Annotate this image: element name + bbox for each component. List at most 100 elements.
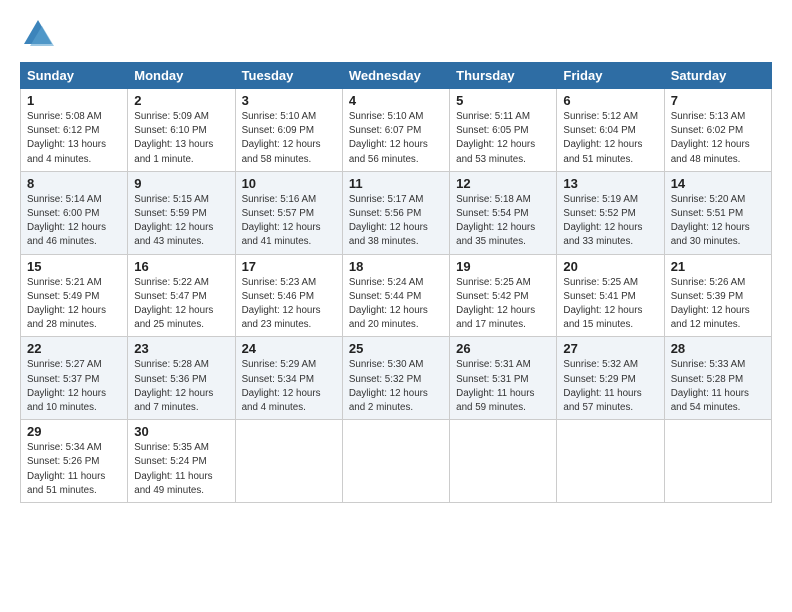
day-info: Sunrise: 5:33 AM Sunset: 5:28 PM Dayligh…: [671, 358, 765, 415]
day-info: Sunrise: 5:35 AM Sunset: 5:24 PM Dayligh…: [134, 441, 228, 498]
day-info: Sunrise: 5:12 AM Sunset: 6:04 PM Dayligh…: [563, 110, 657, 167]
logo-icon: [20, 16, 56, 52]
calendar-cell: 14Sunrise: 5:20 AM Sunset: 5:51 PM Dayli…: [664, 171, 771, 254]
day-info: Sunrise: 5:17 AM Sunset: 5:56 PM Dayligh…: [349, 193, 443, 250]
day-number: 15: [27, 259, 121, 274]
day-number: 6: [563, 93, 657, 108]
header: [20, 16, 772, 52]
calendar-cell: 4 Sunrise: 5:10 AM Sunset: 6:07 PM Daylig…: [342, 89, 449, 172]
day-info: Sunrise: 5:28 AM Sunset: 5:36 PM Dayligh…: [134, 358, 228, 415]
calendar-cell: 11 Sunrise: 5:17 AM Sunset: 5:56 PM Dayli…: [342, 171, 449, 254]
day-number: 13: [563, 176, 657, 191]
day-number: 5: [456, 93, 550, 108]
day-number: 4: [349, 93, 443, 108]
calendar-cell: 26 Sunrise: 5:31 AM Sunset: 5:31 PM Dayli…: [450, 337, 557, 420]
day-number: 26: [456, 341, 550, 356]
calendar-cell: 10 Sunrise: 5:16 AM Sunset: 5:57 PM Dayli…: [235, 171, 342, 254]
week-row-1: 1 Sunrise: 5:08 AM Sunset: 6:12 PM Daylig…: [21, 89, 772, 172]
day-info: Sunrise: 5:15 AM Sunset: 5:59 PM Dayligh…: [134, 193, 228, 250]
week-row-4: 22 Sunrise: 5:27 AM Sunset: 5:37 PM Dayli…: [21, 337, 772, 420]
calendar-cell: 7 Sunrise: 5:13 AM Sunset: 6:02 PM Daylig…: [664, 89, 771, 172]
day-number: 18: [349, 259, 443, 274]
weekday-saturday: Saturday: [664, 63, 771, 89]
calendar-cell: 18 Sunrise: 5:24 AM Sunset: 5:44 PM Dayli…: [342, 254, 449, 337]
week-row-3: 15Sunrise: 5:21 AM Sunset: 5:49 PM Dayli…: [21, 254, 772, 337]
day-number: 8: [27, 176, 121, 191]
day-info: Sunrise: 5:30 AM Sunset: 5:32 PM Dayligh…: [349, 358, 443, 415]
weekday-friday: Friday: [557, 63, 664, 89]
day-info: Sunrise: 5:09 AM Sunset: 6:10 PM Dayligh…: [134, 110, 228, 167]
calendar-cell: 2Sunrise: 5:09 AM Sunset: 6:10 PM Daylig…: [128, 89, 235, 172]
calendar-cell: 6 Sunrise: 5:12 AM Sunset: 6:04 PM Daylig…: [557, 89, 664, 172]
calendar-table: SundayMondayTuesdayWednesdayThursdayFrid…: [20, 62, 772, 503]
day-info: Sunrise: 5:19 AM Sunset: 5:52 PM Dayligh…: [563, 193, 657, 250]
calendar-cell: 13 Sunrise: 5:19 AM Sunset: 5:52 PM Dayli…: [557, 171, 664, 254]
day-info: Sunrise: 5:34 AM Sunset: 5:26 PM Dayligh…: [27, 441, 121, 498]
day-number: 21: [671, 259, 765, 274]
calendar-cell: 17 Sunrise: 5:23 AM Sunset: 5:46 PM Dayli…: [235, 254, 342, 337]
week-row-2: 8 Sunrise: 5:14 AM Sunset: 6:00 PM Daylig…: [21, 171, 772, 254]
day-number: 22: [27, 341, 121, 356]
calendar-cell: 22 Sunrise: 5:27 AM Sunset: 5:37 PM Dayli…: [21, 337, 128, 420]
day-number: 12: [456, 176, 550, 191]
day-number: 29: [27, 424, 121, 439]
weekday-tuesday: Tuesday: [235, 63, 342, 89]
day-info: Sunrise: 5:11 AM Sunset: 6:05 PM Dayligh…: [456, 110, 550, 167]
day-number: 27: [563, 341, 657, 356]
calendar-cell: 5 Sunrise: 5:11 AM Sunset: 6:05 PM Daylig…: [450, 89, 557, 172]
day-number: 9: [134, 176, 228, 191]
calendar-cell: 16 Sunrise: 5:22 AM Sunset: 5:47 PM Dayli…: [128, 254, 235, 337]
day-info: Sunrise: 5:27 AM Sunset: 5:37 PM Dayligh…: [27, 358, 121, 415]
day-info: Sunrise: 5:24 AM Sunset: 5:44 PM Dayligh…: [349, 276, 443, 333]
day-info: Sunrise: 5:16 AM Sunset: 5:57 PM Dayligh…: [242, 193, 336, 250]
day-info: Sunrise: 5:23 AM Sunset: 5:46 PM Dayligh…: [242, 276, 336, 333]
day-number: 25: [349, 341, 443, 356]
day-info: Sunrise: 5:22 AM Sunset: 5:47 PM Dayligh…: [134, 276, 228, 333]
calendar-cell: [557, 420, 664, 503]
day-info: Sunrise: 5:14 AM Sunset: 6:00 PM Dayligh…: [27, 193, 121, 250]
calendar-cell: 9 Sunrise: 5:15 AM Sunset: 5:59 PM Daylig…: [128, 171, 235, 254]
calendar-cell: 8 Sunrise: 5:14 AM Sunset: 6:00 PM Daylig…: [21, 171, 128, 254]
day-info: Sunrise: 5:29 AM Sunset: 5:34 PM Dayligh…: [242, 358, 336, 415]
calendar-cell: 29 Sunrise: 5:34 AM Sunset: 5:26 PM Dayli…: [21, 420, 128, 503]
day-number: 19: [456, 259, 550, 274]
calendar-cell: 15Sunrise: 5:21 AM Sunset: 5:49 PM Dayli…: [21, 254, 128, 337]
calendar-cell: 21Sunrise: 5:26 AM Sunset: 5:39 PM Dayli…: [664, 254, 771, 337]
day-info: Sunrise: 5:08 AM Sunset: 6:12 PM Dayligh…: [27, 110, 121, 167]
weekday-monday: Monday: [128, 63, 235, 89]
weekday-wednesday: Wednesday: [342, 63, 449, 89]
weekday-header-row: SundayMondayTuesdayWednesdayThursdayFrid…: [21, 63, 772, 89]
day-info: Sunrise: 5:13 AM Sunset: 6:02 PM Dayligh…: [671, 110, 765, 167]
day-info: Sunrise: 5:32 AM Sunset: 5:29 PM Dayligh…: [563, 358, 657, 415]
day-number: 20: [563, 259, 657, 274]
day-info: Sunrise: 5:10 AM Sunset: 6:07 PM Dayligh…: [349, 110, 443, 167]
day-number: 16: [134, 259, 228, 274]
day-number: 10: [242, 176, 336, 191]
calendar-cell: 20 Sunrise: 5:25 AM Sunset: 5:41 PM Dayli…: [557, 254, 664, 337]
calendar-cell: 28 Sunrise: 5:33 AM Sunset: 5:28 PM Dayli…: [664, 337, 771, 420]
day-number: 1: [27, 93, 121, 108]
day-number: 30: [134, 424, 228, 439]
day-number: 3: [242, 93, 336, 108]
calendar-cell: [450, 420, 557, 503]
day-info: Sunrise: 5:25 AM Sunset: 5:42 PM Dayligh…: [456, 276, 550, 333]
day-number: 23: [134, 341, 228, 356]
day-info: Sunrise: 5:25 AM Sunset: 5:41 PM Dayligh…: [563, 276, 657, 333]
calendar-cell: 12Sunrise: 5:18 AM Sunset: 5:54 PM Dayli…: [450, 171, 557, 254]
day-number: 7: [671, 93, 765, 108]
weekday-sunday: Sunday: [21, 63, 128, 89]
calendar-cell: 30 Sunrise: 5:35 AM Sunset: 5:24 PM Dayli…: [128, 420, 235, 503]
calendar-cell: 25 Sunrise: 5:30 AM Sunset: 5:32 PM Dayli…: [342, 337, 449, 420]
calendar-cell: 27 Sunrise: 5:32 AM Sunset: 5:29 PM Dayli…: [557, 337, 664, 420]
calendar-cell: [235, 420, 342, 503]
day-number: 11: [349, 176, 443, 191]
week-row-5: 29 Sunrise: 5:34 AM Sunset: 5:26 PM Dayli…: [21, 420, 772, 503]
calendar-cell: 3Sunrise: 5:10 AM Sunset: 6:09 PM Daylig…: [235, 89, 342, 172]
calendar-cell: [664, 420, 771, 503]
day-number: 17: [242, 259, 336, 274]
day-info: Sunrise: 5:31 AM Sunset: 5:31 PM Dayligh…: [456, 358, 550, 415]
day-number: 28: [671, 341, 765, 356]
calendar-cell: 24Sunrise: 5:29 AM Sunset: 5:34 PM Dayli…: [235, 337, 342, 420]
page: SundayMondayTuesdayWednesdayThursdayFrid…: [0, 0, 792, 515]
calendar-cell: [342, 420, 449, 503]
